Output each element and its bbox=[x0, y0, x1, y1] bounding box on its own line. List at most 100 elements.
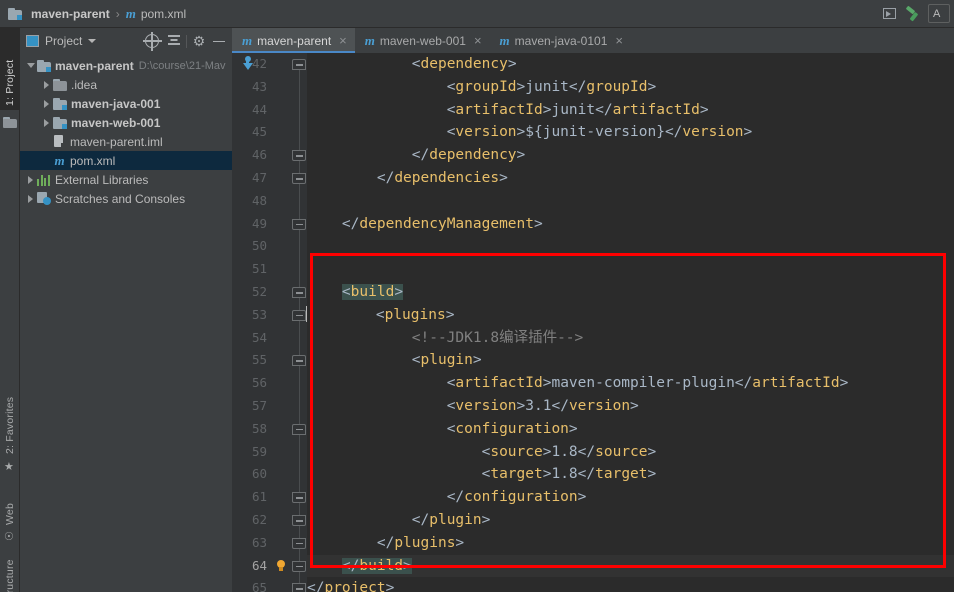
close-icon[interactable]: × bbox=[339, 33, 347, 48]
code-line[interactable]: </dependencyManagement> bbox=[307, 213, 954, 236]
twisty-closed-icon[interactable] bbox=[24, 194, 37, 203]
code-line[interactable]: <target>1.8</target> bbox=[307, 463, 954, 486]
close-icon[interactable]: × bbox=[615, 33, 623, 48]
code-line[interactable]: </configuration> bbox=[307, 486, 954, 509]
code-token: > bbox=[577, 489, 587, 506]
code-lines[interactable]: <dependency> <groupId>junit</groupId> <a… bbox=[306, 53, 954, 592]
fold-marker-top[interactable] bbox=[292, 423, 306, 435]
tree-item-idea[interactable]: .idea bbox=[20, 75, 232, 94]
fold-marker-top[interactable] bbox=[292, 59, 306, 70]
line-number: 51 bbox=[251, 261, 267, 277]
fold-marker-bot[interactable] bbox=[292, 560, 306, 572]
code-token: > bbox=[647, 78, 657, 95]
code-line[interactable]: <build> bbox=[307, 281, 954, 304]
run-configuration-selector[interactable]: A bbox=[928, 4, 950, 23]
editor-tabstrip: m maven-parent × m maven-web-001 × m mav… bbox=[232, 28, 954, 53]
minimize-icon[interactable] bbox=[213, 35, 226, 48]
twisty-open-icon[interactable] bbox=[24, 63, 37, 68]
code-folding-column[interactable] bbox=[292, 53, 307, 592]
fold-marker-top[interactable] bbox=[292, 309, 306, 321]
code-line[interactable]: </dependencies> bbox=[307, 167, 954, 190]
breadcrumb-file[interactable]: pom.xml bbox=[141, 7, 186, 21]
code-line[interactable]: </plugins> bbox=[307, 532, 954, 555]
code-line[interactable]: </project> bbox=[307, 577, 954, 592]
fold-marker-bot[interactable] bbox=[292, 583, 306, 592]
hammer-build-icon[interactable] bbox=[904, 6, 920, 22]
locate-target-icon[interactable] bbox=[143, 32, 162, 51]
fold-marker-bot[interactable] bbox=[292, 492, 306, 504]
code-line[interactable]: <version>3.1</version> bbox=[307, 395, 954, 418]
code-token: < bbox=[341, 283, 351, 300]
fold-marker-bot[interactable] bbox=[292, 150, 306, 162]
fold-marker-bot[interactable] bbox=[292, 218, 306, 230]
fold-marker-bot[interactable] bbox=[292, 515, 306, 526]
fold-marker-top[interactable] bbox=[292, 287, 306, 298]
breadcrumb-project[interactable]: maven-parent bbox=[31, 7, 110, 21]
code-line[interactable]: <artifactId>maven-compiler-plugin</artif… bbox=[307, 372, 954, 395]
code-token: </ bbox=[568, 78, 587, 95]
code-line[interactable]: <plugins> bbox=[306, 304, 954, 327]
window-icon[interactable] bbox=[883, 8, 896, 19]
fold-marker-bot[interactable] bbox=[292, 173, 306, 184]
code-line[interactable]: <configuration> bbox=[307, 418, 954, 441]
fold-marker-bot[interactable] bbox=[292, 537, 306, 549]
tree-item-label: Scratches and Consoles bbox=[55, 191, 186, 206]
editor-gutter[interactable]: 42 43 44 45 46 47 48 49 50 51 52 53 54 55 56 57 58 59 60 61… bbox=[232, 53, 307, 592]
tab-label: maven-web-001 bbox=[379, 33, 466, 48]
code-token: > bbox=[568, 420, 578, 437]
code-line[interactable]: </dependency> bbox=[307, 144, 954, 167]
tab-maven-web-001[interactable]: m maven-web-001 × bbox=[354, 28, 490, 53]
twisty-closed-icon[interactable] bbox=[24, 175, 37, 184]
code-token: </ bbox=[376, 534, 395, 551]
code-token: </ bbox=[446, 489, 465, 506]
sidebar-item-structure[interactable]: 1: Structure bbox=[0, 538, 20, 592]
code-line[interactable]: <source>1.8</source> bbox=[307, 441, 954, 464]
code-line[interactable]: <version>${junit-version}</version> bbox=[307, 121, 954, 144]
twisty-closed-icon[interactable] bbox=[40, 80, 53, 89]
code-line[interactable]: <dependency> bbox=[307, 53, 954, 76]
sidebar-item-favorites[interactable]: 2: Favorites bbox=[0, 368, 20, 458]
tree-item-external-libraries[interactable]: External Libraries bbox=[20, 170, 232, 189]
code-editor[interactable]: 42 43 44 45 46 47 48 49 50 51 52 53 54 55 56 57 58 59 60 61… bbox=[232, 53, 954, 592]
code-token: < bbox=[411, 56, 421, 72]
tab-maven-java-0101[interactable]: m maven-java-0101 × bbox=[489, 28, 631, 53]
code-line[interactable]: <plugin> bbox=[307, 349, 954, 372]
intention-bulb-icon[interactable] bbox=[275, 559, 287, 574]
tool-tab-label: 2: Favorites bbox=[4, 396, 16, 454]
code-line[interactable]: </plugin> bbox=[307, 509, 954, 532]
tab-maven-parent[interactable]: m maven-parent × bbox=[232, 28, 355, 53]
collapse-all-icon[interactable] bbox=[167, 34, 181, 48]
tree-item-scratches-and-consoles[interactable]: Scratches and Consoles bbox=[20, 189, 232, 208]
settings-gear-icon[interactable]: ⚙ bbox=[192, 34, 206, 48]
code-line[interactable] bbox=[307, 190, 954, 213]
code-token: > bbox=[385, 580, 395, 592]
tree-item-maven-web-001[interactable]: maven-web-001 bbox=[20, 113, 232, 132]
sidebar-item-web[interactable]: Web bbox=[0, 473, 20, 529]
code-token: </ bbox=[595, 101, 613, 118]
maven-file-icon: m bbox=[499, 32, 510, 48]
chevron-down-icon[interactable] bbox=[88, 39, 97, 43]
line-number: 57 bbox=[251, 397, 267, 413]
tree-item-pom-xml[interactable]: m pom.xml bbox=[20, 151, 232, 170]
code-token: </ bbox=[734, 375, 753, 392]
tree-item-maven-parent[interactable]: maven-parent D:\course\21-Mav bbox=[20, 56, 232, 75]
twisty-closed-icon[interactable] bbox=[40, 99, 53, 108]
fold-marker-top[interactable] bbox=[292, 355, 306, 367]
code-line[interactable]: <artifactId>junit</artifactId> bbox=[307, 99, 954, 122]
close-icon[interactable]: × bbox=[474, 33, 482, 48]
code-line[interactable] bbox=[307, 235, 954, 258]
code-token: > bbox=[516, 124, 526, 141]
sidebar-item-project[interactable]: 1: Project bbox=[0, 28, 20, 110]
code-line[interactable]: </build> bbox=[307, 554, 954, 578]
tree-item-maven-parent-iml[interactable]: maven-parent.iml bbox=[20, 132, 232, 151]
tree-item-maven-java-001[interactable]: maven-java-001 bbox=[20, 94, 232, 113]
code-line[interactable] bbox=[307, 258, 954, 281]
code-line[interactable]: <!--JDK1.8编译插件--> bbox=[307, 327, 954, 350]
maven-file-icon: m bbox=[125, 5, 136, 21]
code-token: </ bbox=[411, 147, 430, 164]
twisty-closed-icon[interactable] bbox=[40, 118, 53, 127]
code-token: > bbox=[455, 534, 465, 551]
download-dependency-icon[interactable] bbox=[242, 56, 253, 71]
code-line[interactable]: <groupId>junit</groupId> bbox=[307, 76, 954, 99]
breadcrumb: maven-parent › m pom.xml bbox=[0, 6, 186, 22]
